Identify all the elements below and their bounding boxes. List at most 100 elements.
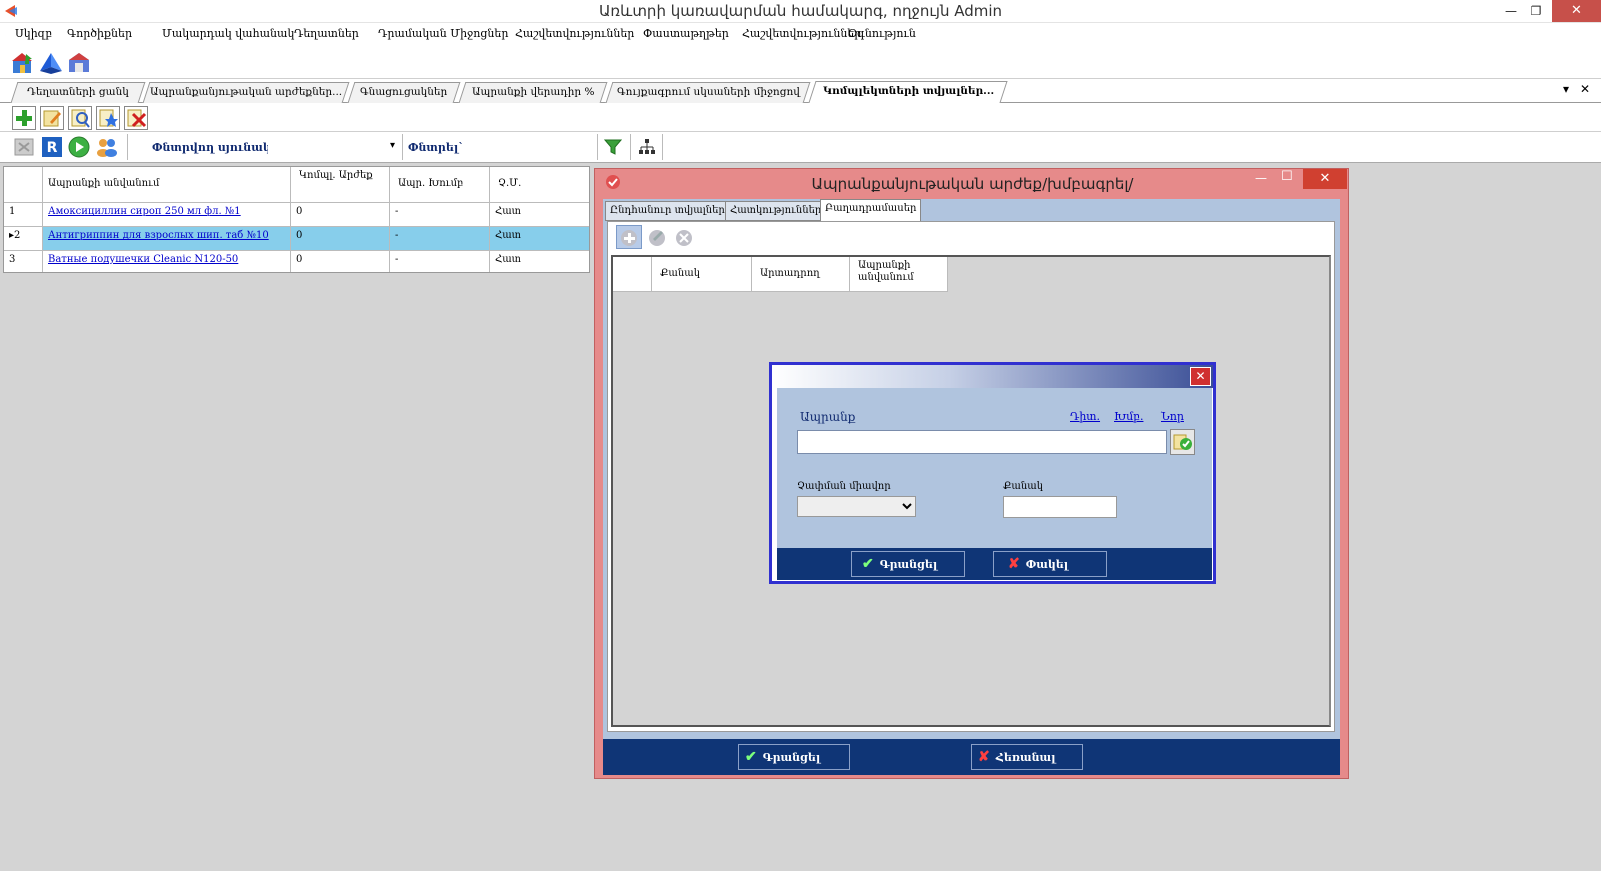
grid-header-rownum [4,167,43,203]
hierarchy-icon[interactable] [638,138,656,156]
record-toolbar [0,103,1601,132]
tabs-dropdown-button[interactable]: ▾ [1563,82,1569,96]
filter-icon[interactable] [604,138,622,156]
delete-component-button[interactable] [672,225,696,249]
add-component-form: Ապրանք Դիտ. Խմբ. Նոր Չափման միավոր Քանակ [777,388,1212,548]
search-field-select[interactable]: ▾ [268,136,398,158]
cross-icon: ✘ [978,749,990,765]
toolbar-divider [402,134,403,160]
view-record-icon[interactable] [68,106,92,130]
tab-pharmacy-list[interactable]: Դեղատների ցանկ [10,82,146,103]
grid-cell-group: - [390,251,490,272]
dialog-close-button[interactable]: ✕ [1303,169,1347,189]
register-button[interactable]: ✔ Գրանցել [851,551,965,577]
table-row-selected[interactable]: Антигриппин для взрослых шип. таб №10 [43,227,291,251]
add-component-close-button[interactable]: ✕ [1190,367,1211,386]
quantity-input[interactable] [1003,496,1117,518]
tabs-close-button[interactable]: ✕ [1580,82,1590,96]
grid-cell-value: 0 [291,251,390,272]
checkmark-icon: ✔ [862,556,874,572]
grid-header-group[interactable]: Ապր. Խումբ [390,167,490,203]
add-component-footer: ✔ Գրանցել ✘ Փակել [777,548,1212,580]
menu-documents[interactable]: Փաստաթղթեր [643,27,729,40]
window-close-button[interactable]: ✕ [1552,0,1601,22]
tab-price-lists[interactable]: Գնացուցակներ [347,82,461,103]
products-grid: Ապրանքի անվանում Կոմպլ. Արժեք Ապր. Խումբ… [3,166,590,273]
add-component-dialog: ✕ Ապրանք Դիտ. Խմբ. Նոր Չափման միավոր Քան… [769,362,1216,584]
window-title: Առևտրի կառավարման համակարգ, ողջույն Admi… [598,2,1003,20]
save-button[interactable]: ✔ Գրանցել [738,744,850,770]
dialog-title: Ապրանքանյութական արժեք/խմբագրել/ [811,175,1134,193]
dialog-footer: ✔ Գրանցել ✘ Հեռանալ [603,739,1340,775]
grid-cell-unit: Հատ [490,227,589,251]
product-name-link[interactable]: Амоксициллин сироп 250 мл фл. №1 [48,206,241,217]
window-title-bar: Առևտրի կառավարման համակարգ, ողջույն Admi… [0,0,1601,23]
toolbar-divider [662,134,663,160]
close-button[interactable]: ✘ Փակել [993,551,1107,577]
users-icon[interactable] [95,136,119,158]
refresh-icon[interactable]: R [41,136,63,158]
tab-product-values[interactable]: Ապրանքանյութական արժեքներ... [142,82,350,103]
components-grid-header: Քանակ Արտադրող Ապրանքի անվանում [613,257,948,292]
menu-tools[interactable]: Գործիքներ [67,27,132,40]
export-excel-icon[interactable] [14,137,34,157]
copy-record-icon[interactable] [96,106,120,130]
edit-link[interactable]: Խմբ. [1114,410,1143,423]
chevron-down-icon: ▾ [389,140,395,151]
search-field-label: Փնտրվող սյունակ` [152,141,277,154]
add-record-icon[interactable] [12,106,36,130]
product-name-link[interactable]: Антигриппин для взрослых шип. таб №10 [48,230,269,241]
grid-header-value[interactable]: Կոմպլ. Արժեք [291,167,390,203]
tab-properties[interactable]: Հատկություններ [725,201,827,221]
pyramid-icon[interactable] [38,50,64,76]
tab-general-data[interactable]: Ընդհանուր տվյալներ [605,201,730,221]
menu-start[interactable]: Սկիզբ [15,27,52,40]
subgrid-header-qty[interactable]: Քանակ [652,257,752,292]
search-label: Փնտրել` [408,141,464,154]
new-link[interactable]: Նոր [1161,410,1184,423]
pharmacy-building-icon[interactable] [10,50,36,76]
table-row[interactable]: Амоксициллин сироп 250 мл фл. №1 [43,203,291,227]
edit-record-icon[interactable] [40,106,64,130]
delete-record-icon[interactable] [124,106,148,130]
toolbar-divider [597,134,598,160]
view-link[interactable]: Դիտ. [1070,410,1100,423]
grid-header-name[interactable]: Ապրանքի անվանում [43,167,291,203]
grid-header-unit[interactable]: Չ.Մ. [490,167,589,203]
cross-icon: ✘ [1008,556,1020,572]
play-icon[interactable] [68,136,90,158]
subgrid-header-product[interactable]: Ապրանքի անվանում [850,257,948,292]
toolbar-divider [127,134,128,160]
grid-rownum: 1 [4,203,43,227]
tab-components[interactable]: Բաղադրամասեր [820,199,922,222]
dialog-minimize-button[interactable]: — [1255,171,1267,185]
search-input[interactable] [462,136,596,158]
subgrid-header-manufacturer[interactable]: Արտադրող [752,257,850,292]
main-toolbar [0,47,1601,79]
menu-help[interactable]: Օգնություն [848,27,916,40]
product-input[interactable] [797,430,1167,454]
menu-reports[interactable]: Հաշվետվություններ [515,27,634,40]
unit-label: Չափման միավոր [797,481,891,492]
leave-button[interactable]: ✘ Հեռանալ [971,744,1083,770]
product-lookup-button[interactable] [1170,429,1195,455]
edit-component-button[interactable] [645,225,669,249]
grid-cell-value: 0 [291,203,390,227]
warehouse-icon[interactable] [66,50,92,76]
tab-product-markup[interactable]: Ապրանքի վերադիր % [458,82,608,103]
tab-kit-data[interactable]: Կոմպլեկտների տվյալներ... [808,81,1008,103]
table-row[interactable]: Ватные подушечки Cleanic N120-50 [43,251,291,272]
dialog-maximize-button[interactable]: ☐ [1281,169,1293,184]
product-name-link[interactable]: Ватные подушечки Cleanic N120-50 [48,254,238,265]
menu-properties[interactable]: Հաշվետվություններ [742,27,861,40]
add-component-button[interactable] [616,225,642,249]
tab-inventory[interactable]: Գույքագրում սկսաների միջոցով [605,82,811,103]
svg-text:R: R [47,140,58,156]
grid-cell-unit: Հատ [495,254,521,265]
menu-cash[interactable]: Դրամական Միջոցներ [378,27,508,40]
menu-dashboard[interactable]: Մակարդակ վահանակ [162,27,294,40]
menu-pharmacies[interactable]: Դեղատներ [294,27,359,40]
menu-bar: Սկիզբ Գործիքներ Մակարդակ վահանակ Դեղատնե… [0,23,1601,47]
window-restore-button[interactable]: ❐ [1520,0,1552,22]
unit-select[interactable] [797,496,916,517]
